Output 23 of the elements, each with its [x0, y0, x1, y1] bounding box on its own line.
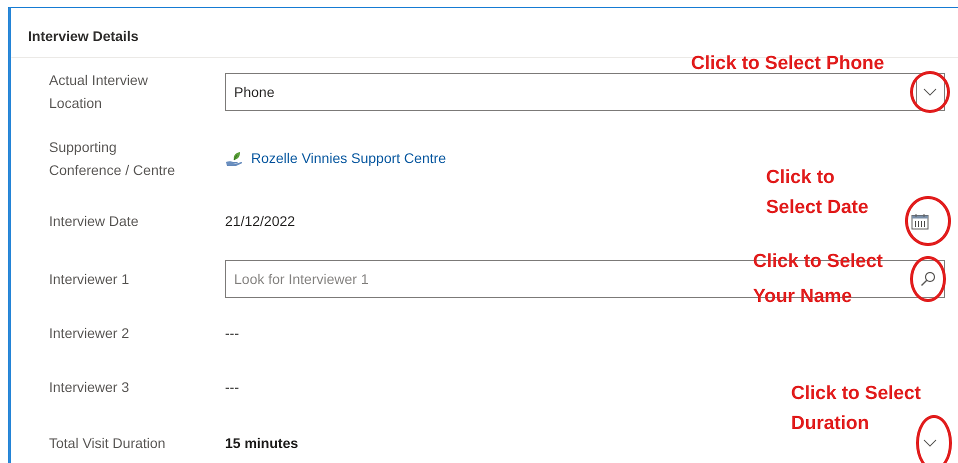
- field-label: Total Visit Duration: [49, 434, 166, 452]
- field-label: Interviewer 1: [49, 270, 130, 288]
- chevron-icon: [923, 88, 937, 96]
- annotation-text: Click to Select Date: [766, 166, 870, 220]
- dropdown-chevron-icon[interactable]: [923, 439, 937, 447]
- field-label: Interviewer 3: [49, 378, 130, 397]
- field-label: Supporting Conference / Centre: [49, 138, 176, 180]
- highlight-circle: [910, 256, 946, 302]
- search-icon[interactable]: [920, 271, 936, 287]
- field-value: ---: [225, 324, 239, 343]
- duration-value: 15 minutes: [225, 434, 300, 452]
- annotation-text: Click to Select Duration: [791, 382, 922, 436]
- calendar-icon[interactable]: [911, 212, 929, 230]
- date-value: 21/12/2022: [225, 212, 296, 230]
- highlight-circle: [910, 71, 950, 113]
- highlight-circle: [916, 415, 952, 463]
- field-label: Interview Date: [49, 212, 140, 230]
- field-label: Interviewer 2: [49, 324, 130, 343]
- field-label: Actual Interview Location: [49, 71, 149, 113]
- field-value: ---: [225, 378, 239, 397]
- centre-link[interactable]: Rozelle Vinnies Support Centre: [251, 148, 446, 169]
- plant-hand-icon: [225, 150, 243, 166]
- highlight-circle: [905, 196, 951, 246]
